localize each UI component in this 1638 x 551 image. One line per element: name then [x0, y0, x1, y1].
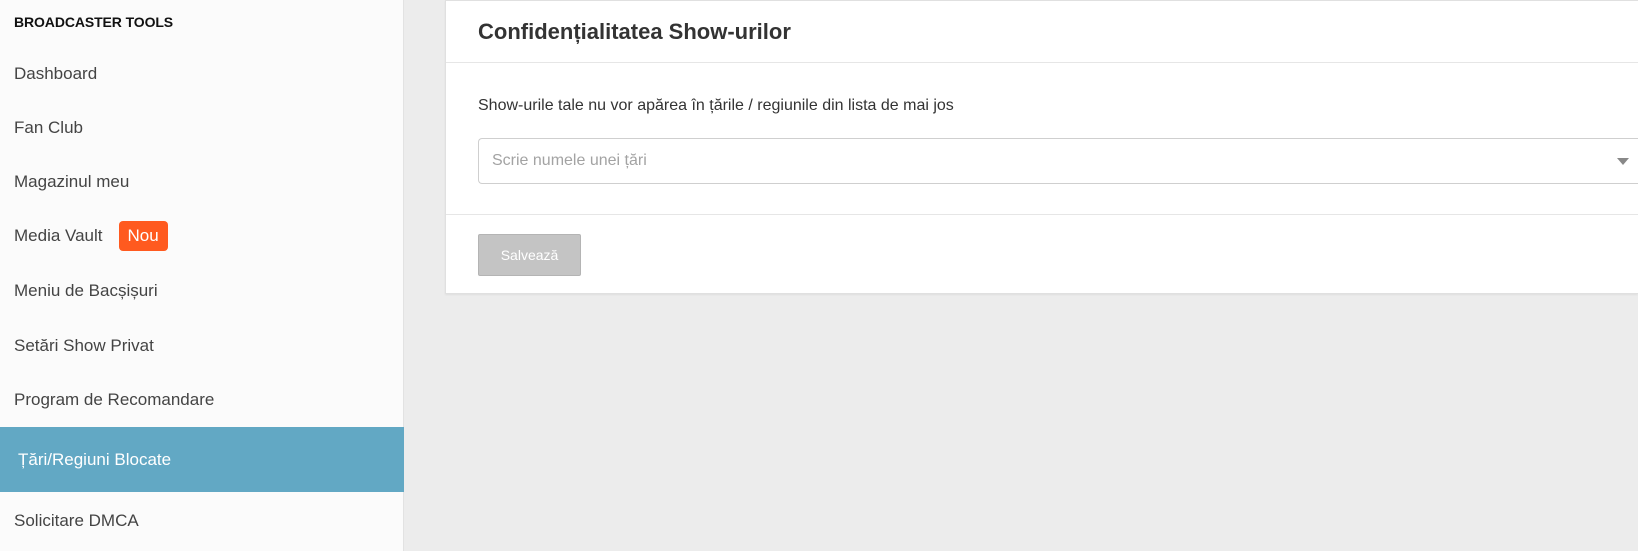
sidebar-item-private-show-settings[interactable]: Setări Show Privat [0, 318, 404, 373]
sidebar-item-blocked-regions[interactable]: Țări/Regiuni Blocate [0, 427, 404, 492]
show-privacy-panel: Confidențialitatea Show-urilor Show-uril… [445, 0, 1638, 294]
sidebar: BROADCASTER TOOLS Dashboard Fan Club Mag… [0, 0, 404, 551]
panel-title: Confidențialitatea Show-urilor [446, 1, 1638, 63]
sidebar-header: BROADCASTER TOOLS [14, 14, 174, 30]
country-input-placeholder: Scrie numele unei țări [492, 152, 647, 169]
sidebar-item-label: Program de Recomandare [14, 389, 215, 409]
sidebar-item-label: Țări/Regiuni Blocate [18, 449, 172, 469]
sidebar-item-label: Dashboard [14, 63, 98, 83]
sidebar-item-dashboard[interactable]: Dashboard [0, 46, 404, 101]
panel-description: Show-urile tale nu vor apărea în țările … [478, 97, 954, 114]
new-badge: Nou [118, 220, 168, 251]
sidebar-item-label: Media Vault [14, 225, 103, 245]
sidebar-item-label: Magazinul meu [14, 171, 130, 191]
chevron-down-icon[interactable] [1617, 158, 1629, 165]
sidebar-item-dmca-request[interactable]: Solicitare DMCA [0, 493, 404, 548]
sidebar-item-label: Meniu de Bacșișuri [14, 280, 158, 300]
save-button[interactable]: Salvează [478, 234, 581, 276]
sidebar-item-fan-club[interactable]: Fan Club [0, 100, 404, 155]
sidebar-item-label: Solicitare DMCA [14, 510, 139, 530]
country-search-input[interactable]: Scrie numele unei țări [478, 138, 1638, 184]
panel-divider [446, 214, 1638, 215]
sidebar-item-referral-program[interactable]: Program de Recomandare [0, 372, 404, 427]
sidebar-item-label: Fan Club [14, 117, 83, 137]
sidebar-item-media-vault[interactable]: Media Vault Nou [0, 208, 404, 263]
sidebar-item-my-shop[interactable]: Magazinul meu [0, 154, 404, 209]
sidebar-item-tip-menu[interactable]: Meniu de Bacșișuri [0, 263, 404, 318]
sidebar-item-label: Setări Show Privat [14, 335, 154, 355]
